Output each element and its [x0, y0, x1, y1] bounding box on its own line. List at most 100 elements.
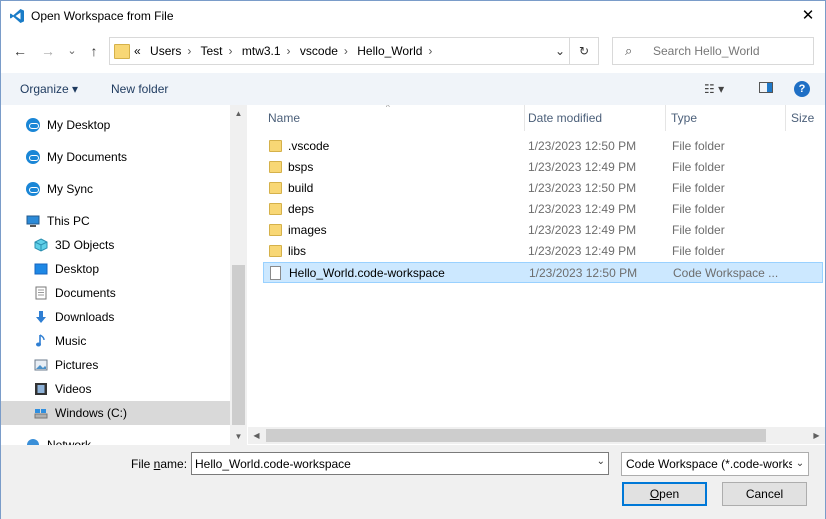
sidebar-item-desktop[interactable]: Desktop [1, 257, 230, 281]
file-type: File folder [672, 181, 725, 195]
file-row[interactable]: build 1/23/2023 12:50 PM File folder [263, 178, 823, 199]
organize-menu[interactable]: Organize ▾ [20, 73, 78, 105]
column-header: Name ^ Date modified Type Size [248, 105, 825, 131]
cancel-button[interactable]: Cancel [722, 482, 807, 506]
forward-button[interactable]: → [37, 40, 59, 62]
column-header-date-modified[interactable]: Date modified [523, 105, 666, 131]
preview-pane-icon[interactable] [759, 82, 773, 93]
file-name: bsps [288, 160, 314, 174]
breadcrumb-separator[interactable]: › [229, 44, 233, 58]
file-row[interactable]: images 1/23/2023 12:49 PM File folder [263, 220, 823, 241]
sidebar-item-my-sync[interactable]: My Sync [1, 177, 230, 201]
help-icon[interactable]: ? [794, 81, 810, 97]
file-row[interactable]: libs 1/23/2023 12:49 PM File folder [263, 241, 823, 262]
address-dropdown-button[interactable]: ⌄ [550, 38, 570, 64]
sidebar-item-my-desktop[interactable]: My Desktop [1, 113, 230, 137]
breadcrumb-separator[interactable]: › [344, 44, 348, 58]
scroll-thumb[interactable] [266, 429, 766, 442]
sidebar-item-documents[interactable]: Documents [1, 281, 230, 305]
sidebar-item-label: This PC [47, 214, 90, 228]
sidebar-item-label: Music [55, 334, 87, 348]
file-type-filter[interactable]: Code Workspace (*.code-workspace) ⌄ [621, 452, 809, 476]
sidebar-item-windows-c[interactable]: Windows (C:) [1, 401, 230, 425]
navigation-pane: My Desktop My Documents My Sync This PC … [1, 105, 230, 445]
footer-panel: File name: ⌄ Code Workspace (*.code-work… [1, 445, 825, 519]
breadcrumb-separator[interactable]: › [287, 44, 291, 58]
file-type: Code Workspace ... [673, 266, 779, 280]
change-view-icon[interactable]: ☷ ▾ [704, 82, 724, 96]
chevron-down-icon[interactable]: ⌄ [792, 453, 808, 475]
desktop-icon [34, 263, 48, 275]
recent-locations-button[interactable]: ⌄ [61, 40, 83, 62]
sidebar-item-music[interactable]: Music [1, 329, 230, 353]
folder-icon [269, 140, 282, 152]
chevron-down-icon[interactable]: ⌄ [597, 456, 605, 467]
file-row[interactable]: bsps 1/23/2023 12:49 PM File folder [263, 157, 823, 178]
sidebar-item-label: Documents [55, 286, 116, 300]
scroll-left-button[interactable]: ◀ [248, 427, 265, 444]
label-text: File [131, 457, 154, 471]
document-icon [270, 266, 281, 280]
file-list-horizontal-scrollbar[interactable]: ◀ ▶ [248, 427, 825, 444]
sidebar-item-3d-objects[interactable]: 3D Objects [1, 233, 230, 257]
breadcrumb-separator[interactable]: › [187, 44, 191, 58]
column-header-type[interactable]: Type [666, 105, 786, 131]
breadcrumb-users[interactable]: Users [150, 44, 181, 58]
up-button[interactable]: ↑ [83, 40, 105, 62]
file-name: Hello_World.code-workspace [289, 266, 445, 280]
navigation-pane-scrollbar[interactable]: ▲ ▼ [230, 105, 247, 445]
sidebar-item-this-pc[interactable]: This PC [1, 209, 230, 233]
file-row[interactable]: deps 1/23/2023 12:49 PM File folder [263, 199, 823, 220]
sidebar-item-pictures[interactable]: Pictures [1, 353, 230, 377]
navigation-bar: ← → ⌄ ↑ « Users › Test › mtw3.1 › vscode › H… [1, 34, 825, 70]
cloud-icon [26, 182, 40, 196]
file-type-filter-value: Code Workspace (*.code-workspace) [626, 457, 809, 471]
videos-icon [35, 383, 47, 395]
sidebar-item-label: Network [47, 438, 92, 445]
file-row-selected[interactable]: Hello_World.code-workspace 1/23/2023 12:… [263, 262, 823, 283]
sidebar-item-my-documents[interactable]: My Documents [1, 145, 230, 169]
file-date: 1/23/2023 12:49 PM [528, 223, 637, 237]
column-header-size[interactable]: Size [786, 105, 825, 131]
file-date: 1/23/2023 12:49 PM [528, 160, 637, 174]
command-bar: Organize ▾ New folder ☷ ▾ ? [1, 73, 825, 105]
sidebar-item-network[interactable]: Network [1, 433, 230, 445]
button-mnemonic: O [649, 487, 660, 501]
new-folder-button[interactable]: New folder [111, 73, 168, 105]
breadcrumb-separator[interactable]: › [428, 44, 432, 58]
scroll-down-button[interactable]: ▼ [230, 428, 247, 445]
scroll-thumb[interactable] [232, 265, 245, 425]
open-button[interactable]: Open [622, 482, 707, 506]
breadcrumb-hello-world[interactable]: Hello_World [357, 44, 422, 58]
back-button[interactable]: ← [9, 40, 31, 62]
breadcrumb-overflow[interactable]: « [134, 44, 141, 58]
sidebar-item-label: 3D Objects [55, 238, 115, 252]
sidebar-item-videos[interactable]: Videos [1, 377, 230, 401]
file-name: build [288, 181, 314, 195]
close-button[interactable]: ✕ [797, 5, 819, 27]
scroll-right-button[interactable]: ▶ [808, 427, 825, 444]
file-type: File folder [672, 139, 725, 153]
search-placeholder: Search Hello_World [653, 44, 760, 58]
file-date: 1/23/2023 12:50 PM [528, 139, 637, 153]
file-row[interactable]: .vscode 1/23/2023 12:50 PM File folder [263, 136, 823, 157]
search-box[interactable]: ⌕ Search Hello_World [612, 37, 814, 65]
computer-icon [26, 215, 40, 227]
breadcrumb-test[interactable]: Test [201, 44, 223, 58]
breadcrumb-vscode[interactable]: vscode [300, 44, 338, 58]
address-bar[interactable]: « Users › Test › mtw3.1 › vscode › Hello_Wor… [109, 37, 599, 65]
file-name: images [288, 223, 327, 237]
window-title: Open Workspace from File [31, 9, 174, 23]
drive-icon [34, 409, 48, 419]
file-name-combobox[interactable]: ⌄ [191, 452, 609, 475]
sidebar-item-label: Pictures [55, 358, 99, 372]
vscode-icon [10, 9, 24, 23]
sidebar-item-label: Windows (C:) [55, 406, 128, 420]
folder-icon [269, 245, 282, 257]
breadcrumb-mtw3-1[interactable]: mtw3.1 [242, 44, 281, 58]
sidebar-item-downloads[interactable]: Downloads [1, 305, 230, 329]
scroll-up-button[interactable]: ▲ [230, 105, 247, 122]
column-header-name[interactable]: Name [263, 105, 525, 131]
file-name-input[interactable] [195, 455, 585, 472]
refresh-button[interactable]: ↻ [569, 38, 598, 64]
